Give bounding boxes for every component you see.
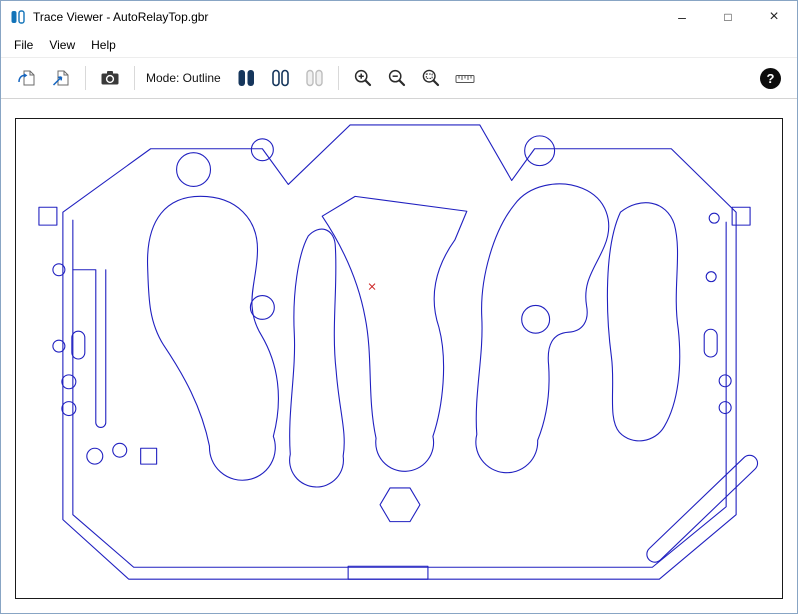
zoom-in-button[interactable] — [347, 62, 379, 94]
gerber-drawing — [38, 124, 759, 580]
gerber-canvas[interactable] — [15, 118, 783, 599]
convert-file-icon — [51, 68, 71, 88]
zoom-to-region-icon — [421, 68, 441, 88]
bottom-edge-rect — [347, 565, 429, 580]
toolbar: Mode: Outline ? — [1, 57, 797, 99]
trace-viewer-window: Trace Viewer - AutoRelayTop.gbr – □ × Fi… — [0, 0, 798, 614]
help-question-icon: ? — [766, 70, 775, 86]
toolbar-separator — [134, 66, 135, 90]
zoom-region-button[interactable] — [415, 62, 447, 94]
close-button[interactable]: × — [751, 1, 797, 33]
maximize-button[interactable]: □ — [705, 1, 751, 33]
trace-bars-disabled-icon — [303, 67, 325, 89]
zoom-out-button[interactable] — [381, 62, 413, 94]
app-icon — [10, 9, 26, 25]
minimize-button[interactable]: – — [659, 1, 705, 33]
measure-button[interactable] — [449, 62, 481, 94]
convert-file-button[interactable] — [45, 62, 77, 94]
ruler-icon — [455, 68, 475, 88]
open-file-icon — [17, 68, 37, 88]
hexagon-pad — [379, 487, 421, 523]
mode-filled-button[interactable] — [230, 62, 262, 94]
toolbar-separator — [337, 66, 339, 90]
mode-outline-button[interactable] — [264, 62, 296, 94]
mode-label: Mode: Outline — [146, 71, 221, 85]
camera-icon — [100, 68, 120, 88]
slot-and-square-pads — [38, 206, 751, 465]
help-button[interactable]: ? — [760, 67, 781, 89]
snapshot-button[interactable] — [94, 62, 126, 94]
diagonal-slot — [646, 454, 759, 563]
window-controls: – □ × — [659, 1, 797, 33]
trace-bars-filled-icon — [235, 67, 257, 89]
toolbar-separator — [85, 66, 86, 90]
menu-view[interactable]: View — [41, 35, 83, 55]
round-pads — [52, 135, 732, 465]
origin-marker — [368, 283, 376, 290]
window-title: Trace Viewer - AutoRelayTop.gbr — [33, 10, 209, 24]
zoom-in-icon — [353, 68, 373, 88]
mode-ghost-button[interactable] — [298, 62, 330, 94]
zoom-out-icon — [387, 68, 407, 88]
open-file-button[interactable] — [11, 62, 43, 94]
trace-outlines — [38, 124, 759, 580]
title-bar: Trace Viewer - AutoRelayTop.gbr – □ × — [1, 1, 797, 33]
board-outline — [62, 124, 737, 580]
menu-bar: File View Help — [1, 33, 797, 57]
trace-bars-outline-icon — [269, 67, 291, 89]
menu-file[interactable]: File — [6, 35, 41, 55]
menu-help[interactable]: Help — [83, 35, 124, 55]
